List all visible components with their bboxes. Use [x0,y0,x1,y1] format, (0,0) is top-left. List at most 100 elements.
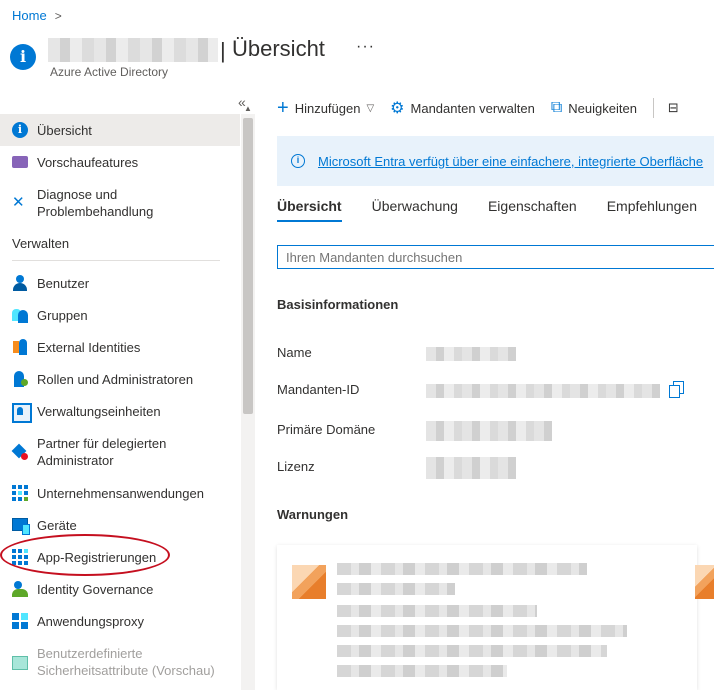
sidebar-item-label: Partner für delegierten Administrator [37,436,167,468]
page-subtitle: Azure Active Directory [50,65,169,79]
warning-text-redacted [337,583,455,595]
warning-text-redacted [337,625,627,637]
sidebar-item-label: Gruppen [37,307,88,323]
sidebar-item-groups[interactable]: Gruppen [0,299,240,331]
sidebar-scrollbar[interactable]: ▲ [241,104,255,690]
name-value-redacted [426,347,516,361]
sidebar-item-label: Anwendungsproxy [37,613,144,629]
tab-overview[interactable]: Übersicht [277,198,342,222]
sidebar-item-app-registrations[interactable]: App-Registrierungen [0,541,240,573]
license-label: Lizenz [277,459,315,474]
app-registrations-icon [12,549,28,565]
warning-text-redacted [337,645,607,657]
info-icon: i [10,44,36,70]
sidebar-item-enterprise-apps[interactable]: Unternehmensanwendungen [0,477,240,509]
tenant-id-label: Mandanten-ID [277,382,360,397]
warning-text-redacted [337,605,537,617]
warning-text-redacted [337,665,507,677]
manage-tenants-label: Mandanten verwalten [410,100,535,116]
sidebar-item-label: Benutzerdefinierte Sicherheitsattribute … [37,646,215,678]
sidebar-item-label: Verwaltungseinheiten [37,403,161,419]
page-header: i | Übersicht ··· Azure Active Directory [10,36,710,80]
scroll-up-arrow-icon[interactable]: ▲ [244,104,252,113]
sidebar-item-diagnose[interactable]: Diagnose und Problembehandlung [0,178,240,228]
external-link-icon: ⧉ [550,99,563,116]
tab-bar: Übersicht Überwachung Eigenschaften Empf… [277,198,714,222]
toolbar-divider [652,98,654,118]
enterprise-apps-icon [12,485,28,501]
warnings-heading: Warnungen [277,507,349,522]
sidebar-item-users[interactable]: Benutzer [0,267,240,299]
license-value-redacted [426,457,516,479]
partner-icon [12,444,28,460]
title-separator: | [220,38,226,63]
sidebar: « Übersicht Vorschaufeatures Diagnose un… [0,88,256,690]
basic-info-heading: Basisinformationen [277,297,399,312]
user-icon [12,275,28,291]
breadcrumb-home-link[interactable]: Home [12,8,47,23]
entra-banner-link[interactable]: Microsoft Entra verfügt über eine einfac… [318,154,703,169]
add-button-label: Hinzufügen [294,100,361,116]
devices-icon [12,517,30,535]
chevron-right-icon: > [54,8,62,23]
sidebar-item-delegated-admin-partners[interactable]: Partner für delegierten Administrator [0,427,240,477]
info-banner: i Microsoft Entra verfügt über eine einf… [277,136,714,186]
section-heading-manage: Verwalten [12,236,70,251]
breadcrumb: Home > [12,8,62,23]
chevron-down-icon: ▽ [366,102,375,114]
roles-icon [12,371,28,387]
sidebar-item-label: Geräte [37,517,77,533]
tab-properties[interactable]: Eigenschaften [488,198,577,222]
whats-new-button[interactable]: ⧉ Neuigkeiten [551,99,637,117]
app-proxy-icon [12,613,28,629]
sidebar-item-label: Diagnose und Problembehandlung [37,187,154,219]
sidebar-item-devices[interactable]: Geräte [0,509,240,541]
admin-units-icon [12,403,32,423]
tenant-search-input[interactable] [277,245,714,269]
identity-governance-icon [12,581,28,597]
sidebar-item-label: External Identities [37,339,141,355]
sidebar-item-custom-security-attributes[interactable]: Benutzerdefinierte Sicherheitsattribute … [0,637,240,687]
sidebar-menu: Übersicht Vorschaufeatures Diagnose und … [0,114,240,687]
name-label: Name [277,345,312,360]
whats-new-label: Neuigkeiten [568,100,637,116]
primary-domain-label: Primäre Domäne [277,422,376,437]
warning-text-redacted [337,563,587,575]
info-circle-icon: i [291,154,305,168]
plus-icon: + [277,96,289,119]
group-icon [12,307,28,323]
sidebar-item-label: Benutzer [37,275,90,291]
warning-icon [292,565,326,599]
sidebar-item-label: App-Registrierungen [37,549,157,565]
sidebar-item-preview-features[interactable]: Vorschaufeatures [0,146,240,178]
warning-icon [695,565,714,599]
gear-icon: ⚙ [390,100,405,117]
tab-recommendations[interactable]: Empfehlungen [607,198,697,222]
sidebar-item-admin-units[interactable]: Verwaltungseinheiten [0,395,240,427]
main-content: + Hinzufügen ▽ ⚙ Mandanten verwalten ⧉ N… [277,88,714,690]
scrollbar-thumb[interactable] [243,118,253,414]
sidebar-item-label: Unternehmensanwendungen [37,485,204,501]
warning-card[interactable] [277,545,697,690]
sidebar-item-roles[interactable]: Rollen und Administratoren [0,363,240,395]
diagnose-icon [12,193,28,211]
sidebar-item-identity-governance[interactable]: Identity Governance [0,573,240,605]
section-divider [12,260,220,261]
copy-icon[interactable] [669,381,684,398]
more-options-button[interactable]: ··· [356,38,375,56]
add-button[interactable]: + Hinzufügen ▽ [277,97,374,120]
overflow-toolbar-icon[interactable]: ⊟ [668,100,679,116]
tab-monitoring[interactable]: Überwachung [372,198,458,222]
sidebar-item-external-identities[interactable]: External Identities [0,331,240,363]
sidebar-item-overview[interactable]: Übersicht [0,114,240,146]
tenant-name-redacted [48,38,218,62]
primary-domain-value-redacted [426,421,552,441]
custom-attributes-icon [12,654,28,670]
sidebar-item-label: Identity Governance [37,581,154,597]
tenant-id-value-redacted [426,384,660,398]
page-title: Übersicht [232,36,325,61]
sidebar-item-app-proxy[interactable]: Anwendungsproxy [0,605,240,637]
preview-icon [12,156,28,168]
info-icon [12,122,28,138]
manage-tenants-button[interactable]: ⚙ Mandanten verwalten [390,98,535,118]
